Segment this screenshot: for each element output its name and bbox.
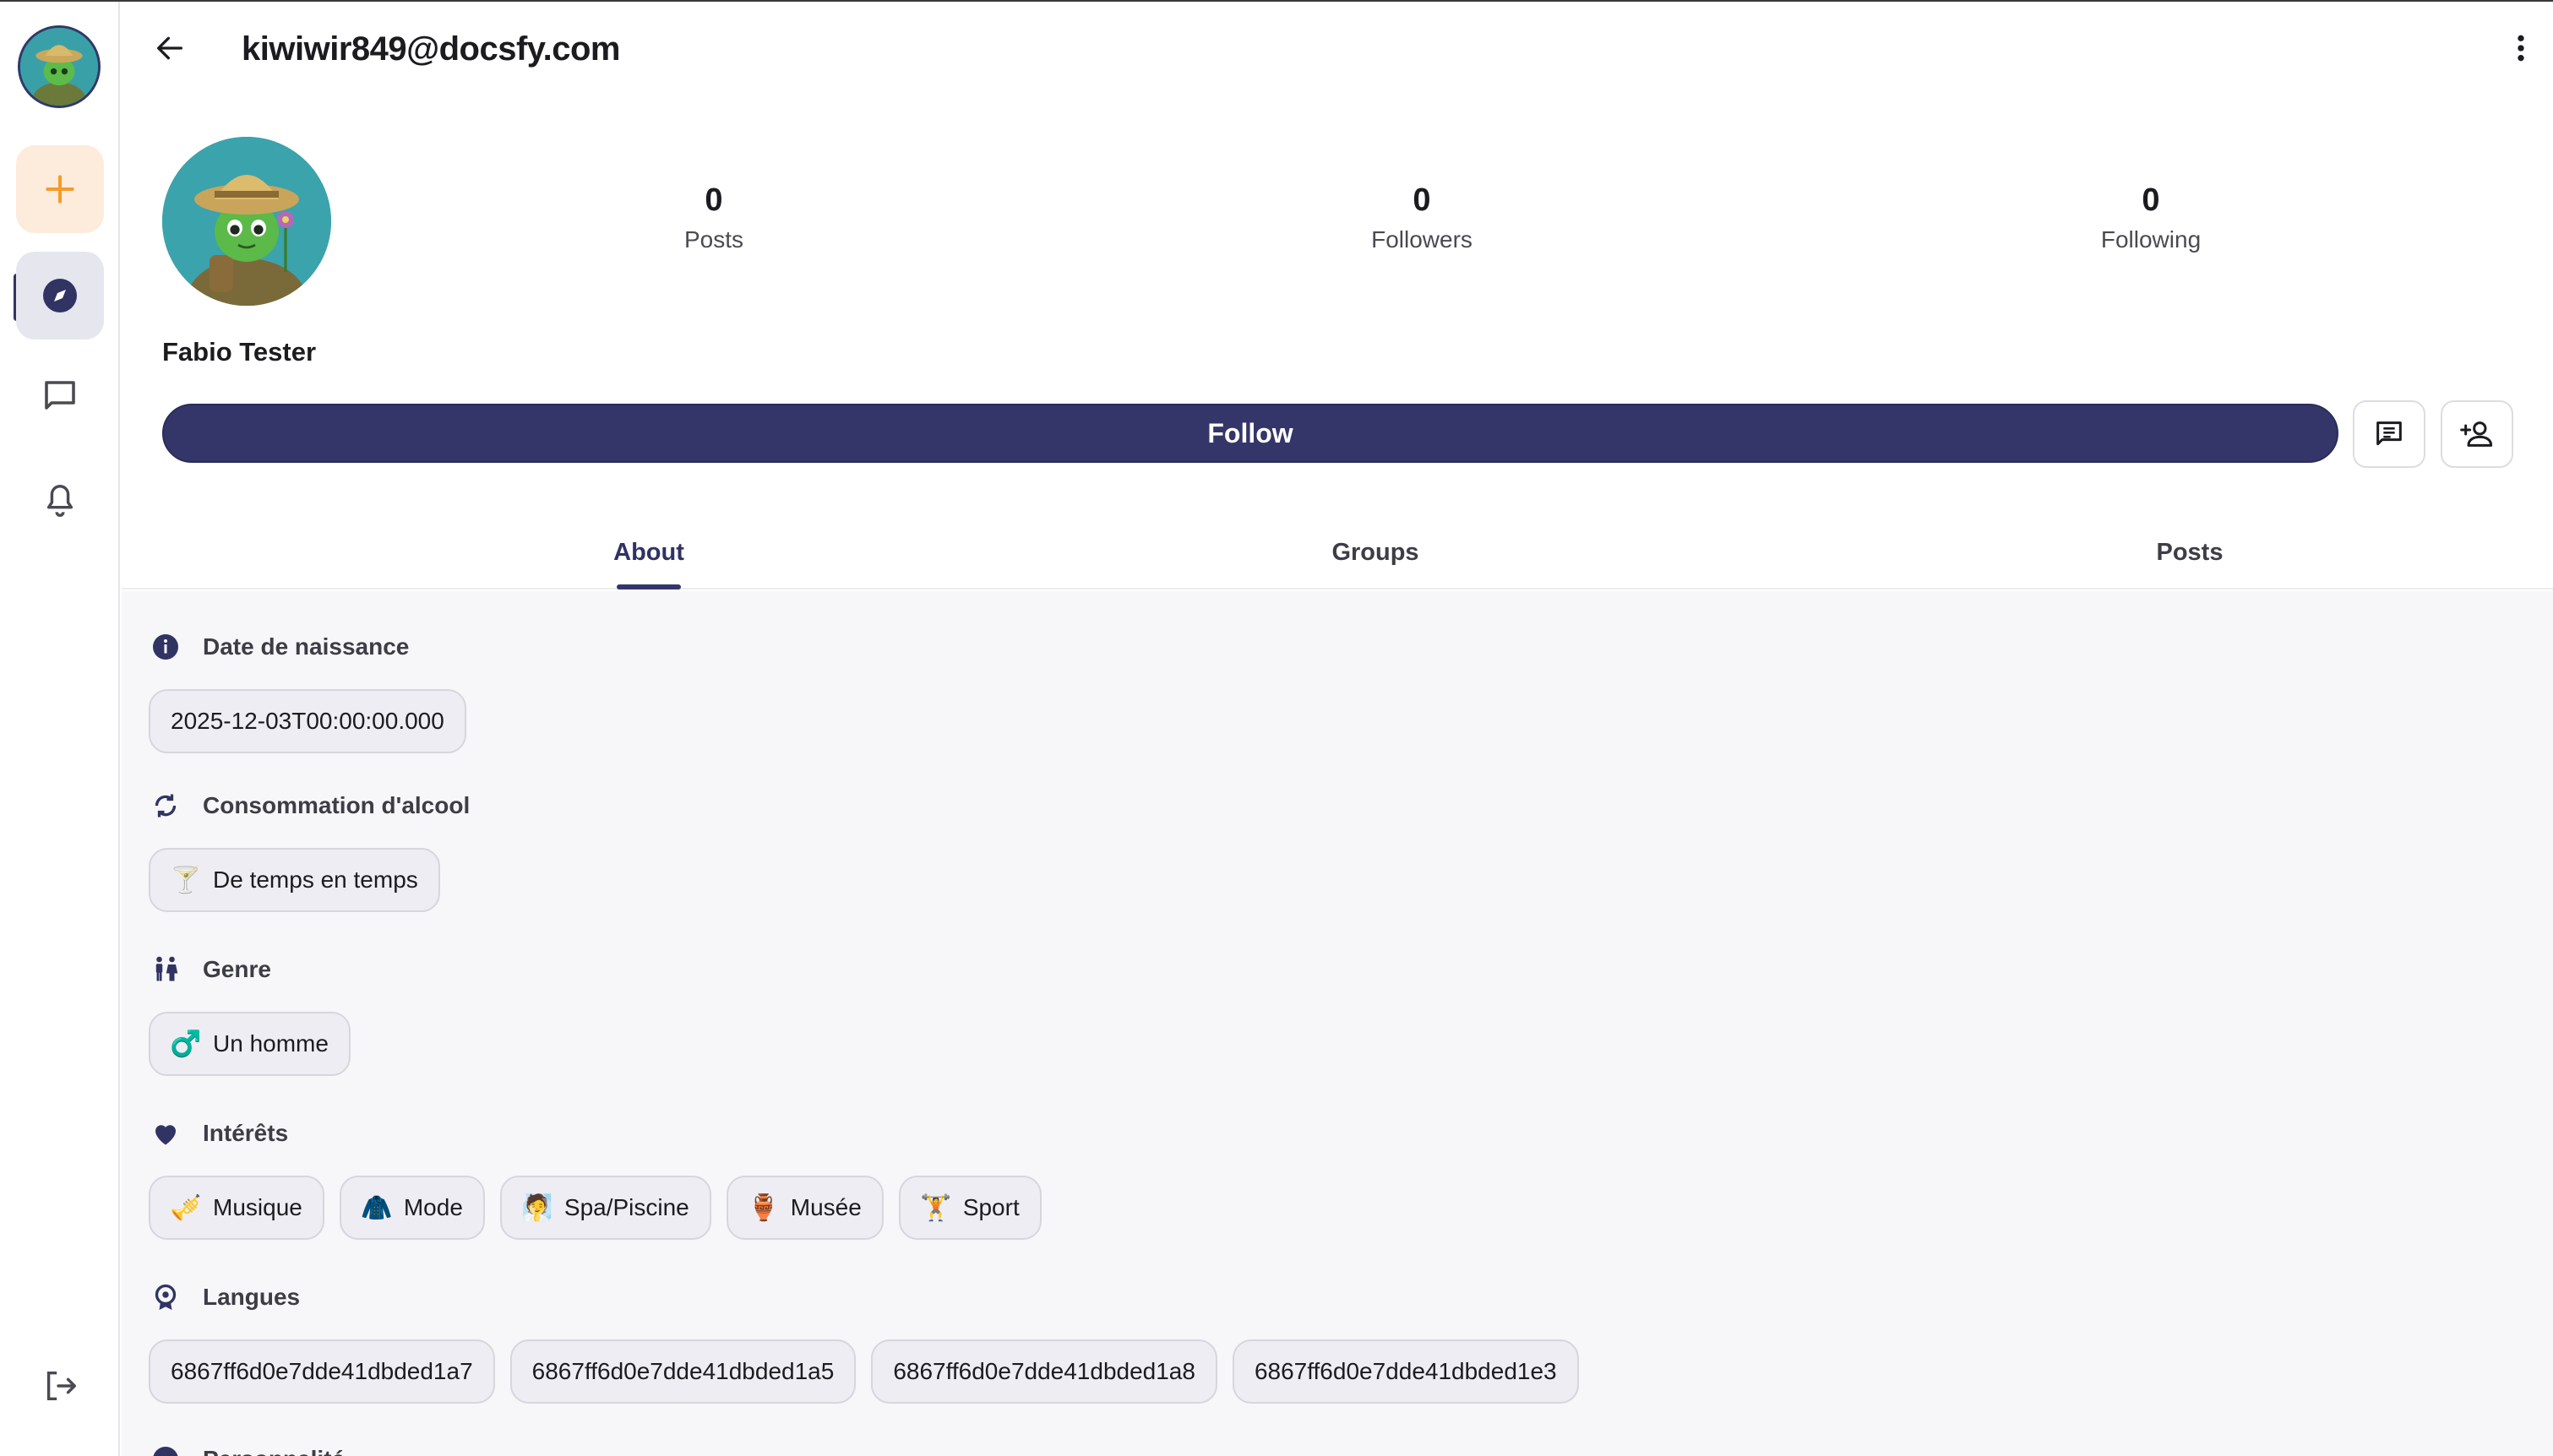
create-button[interactable] [16, 145, 104, 233]
weightlifter-icon: 🏋️ [920, 1193, 952, 1222]
chip-label: Musée [790, 1194, 862, 1220]
chip-label: Un homme [213, 1030, 329, 1057]
section-interests: Intérêts 🎺 Musique 🧥 Mode 🧖 Spa/Piscine 🏺 Mu… [149, 1115, 1042, 1240]
explore-button[interactable] [16, 252, 104, 340]
stat-posts[interactable]: 0 Posts [612, 179, 815, 257]
stat-value: 0 [2142, 182, 2160, 218]
chat-icon [45, 381, 75, 410]
explore-icon [43, 279, 77, 312]
gender-chip: ♂️ Un homme [149, 1012, 351, 1076]
chip-label: Sport [962, 1194, 1020, 1220]
section-title: Intérêts [203, 1120, 289, 1146]
more-options-button[interactable] [2501, 22, 2541, 74]
section-birthdate: Date de naissance 2025-12-03T00:00:00.00… [149, 628, 466, 753]
follow-button[interactable]: Follow [162, 404, 2338, 463]
profile-avatar[interactable] [162, 137, 331, 306]
interest-chip-mode: 🧥 Mode [339, 1176, 485, 1240]
section-personality: Personnalité [149, 1441, 345, 1456]
section-gender: Genre ♂️ Un homme [149, 951, 351, 1076]
sidebar-avatar[interactable] [18, 25, 101, 108]
chip-label: 6867ff6d0e7dde41dbded1a7 [171, 1358, 473, 1384]
section-alcohol: Consommation d'alcool 🍸 De temps en temps [149, 787, 470, 912]
logout-button[interactable] [30, 1356, 90, 1415]
person-add-icon [2460, 421, 2493, 447]
language-chip: 6867ff6d0e7dde41dbded1a5 [509, 1339, 857, 1404]
section-title: Date de naissance [203, 633, 410, 660]
messages-button[interactable] [30, 367, 90, 426]
tab-groups[interactable]: Groups [1249, 515, 1502, 589]
logout-icon [46, 1371, 76, 1401]
chip-label: Musique [213, 1194, 302, 1220]
chip-label: 6867ff6d0e7dde41dbded1a8 [893, 1358, 1195, 1384]
section-languages: Langues 6867ff6d0e7dde41dbded1a7 6867ff6… [149, 1279, 1579, 1404]
chip-label: Spa/Piscine [563, 1194, 689, 1220]
avatar-illustration [20, 28, 98, 106]
chip-label: 6867ff6d0e7dde41dbded1e3 [1254, 1358, 1557, 1384]
interest-chip-musee: 🏺 Musée [726, 1176, 884, 1240]
info-icon [149, 630, 182, 664]
section-title: Langues [203, 1284, 301, 1310]
interest-chip-musique: 🎺 Musique [149, 1176, 324, 1240]
tab-posts[interactable]: Posts [2063, 515, 2316, 589]
chip-label: De temps en temps [213, 867, 418, 893]
chip-label: 6867ff6d0e7dde41dbded1a5 [531, 1358, 835, 1384]
arrow-left-icon [157, 36, 182, 60]
language-chip: 6867ff6d0e7dde41dbded1a7 [149, 1339, 495, 1404]
stat-value: 0 [1413, 182, 1431, 218]
profile-name: Fabio Tester [162, 337, 317, 367]
section-title: Genre [203, 956, 271, 982]
active-tab-indicator [617, 584, 681, 589]
language-chip: 6867ff6d0e7dde41dbded1a8 [871, 1339, 1217, 1404]
people-icon [149, 953, 182, 986]
award-icon [149, 1280, 182, 1314]
amphora-icon: 🏺 [748, 1193, 780, 1222]
stat-label: Posts [683, 226, 744, 253]
coat-icon: 🧥 [361, 1193, 393, 1222]
add-friend-button[interactable] [2441, 400, 2513, 468]
stat-value: 0 [705, 182, 723, 218]
alcohol-chip: 🍸 De temps en temps [149, 848, 440, 912]
stat-label: Followers [1371, 226, 1472, 253]
more-vert-icon [2518, 35, 2524, 62]
male-icon: ♂️ [170, 1030, 202, 1058]
heart-icon [149, 1116, 182, 1150]
message-icon [2376, 421, 2402, 446]
trumpet-icon: 🎺 [170, 1193, 202, 1222]
sidebar [0, 2, 120, 1456]
refresh-icon [149, 789, 182, 823]
interest-chip-sport: 🏋️ Sport [898, 1176, 1042, 1240]
stat-followers[interactable]: 0 Followers [1320, 179, 1523, 257]
section-title: Personnalité [203, 1446, 345, 1456]
spa-icon: 🧖 [521, 1193, 553, 1222]
cocktail-icon: 🍸 [170, 866, 202, 894]
birthdate-chip: 2025-12-03T00:00:00.000 [149, 689, 466, 753]
help-icon [149, 1442, 182, 1456]
avatar-illustration [162, 137, 331, 306]
section-title: Consommation d'alcool [203, 792, 471, 818]
stat-label: Following [2100, 226, 2202, 253]
add-icon [46, 175, 74, 204]
profile-tabs: About Groups Posts [122, 515, 2553, 589]
bell-icon [46, 485, 73, 517]
language-chip: 6867ff6d0e7dde41dbded1e3 [1232, 1339, 1579, 1404]
stat-following[interactable]: 0 Following [2049, 179, 2252, 257]
notifications-button[interactable] [30, 471, 90, 530]
back-button[interactable] [144, 22, 196, 74]
page-title: kiwiwir849@docsfy.com [242, 30, 620, 68]
window-top-border [0, 0, 2553, 2]
about-panel: Date de naissance 2025-12-03T00:00:00.00… [122, 591, 2553, 1456]
chip-label: 2025-12-03T00:00:00.000 [171, 708, 444, 734]
tab-about[interactable]: About [522, 515, 776, 589]
interest-chip-spa: 🧖 Spa/Piscine [499, 1176, 711, 1240]
message-user-button[interactable] [2353, 400, 2425, 468]
chip-label: Mode [403, 1194, 463, 1220]
